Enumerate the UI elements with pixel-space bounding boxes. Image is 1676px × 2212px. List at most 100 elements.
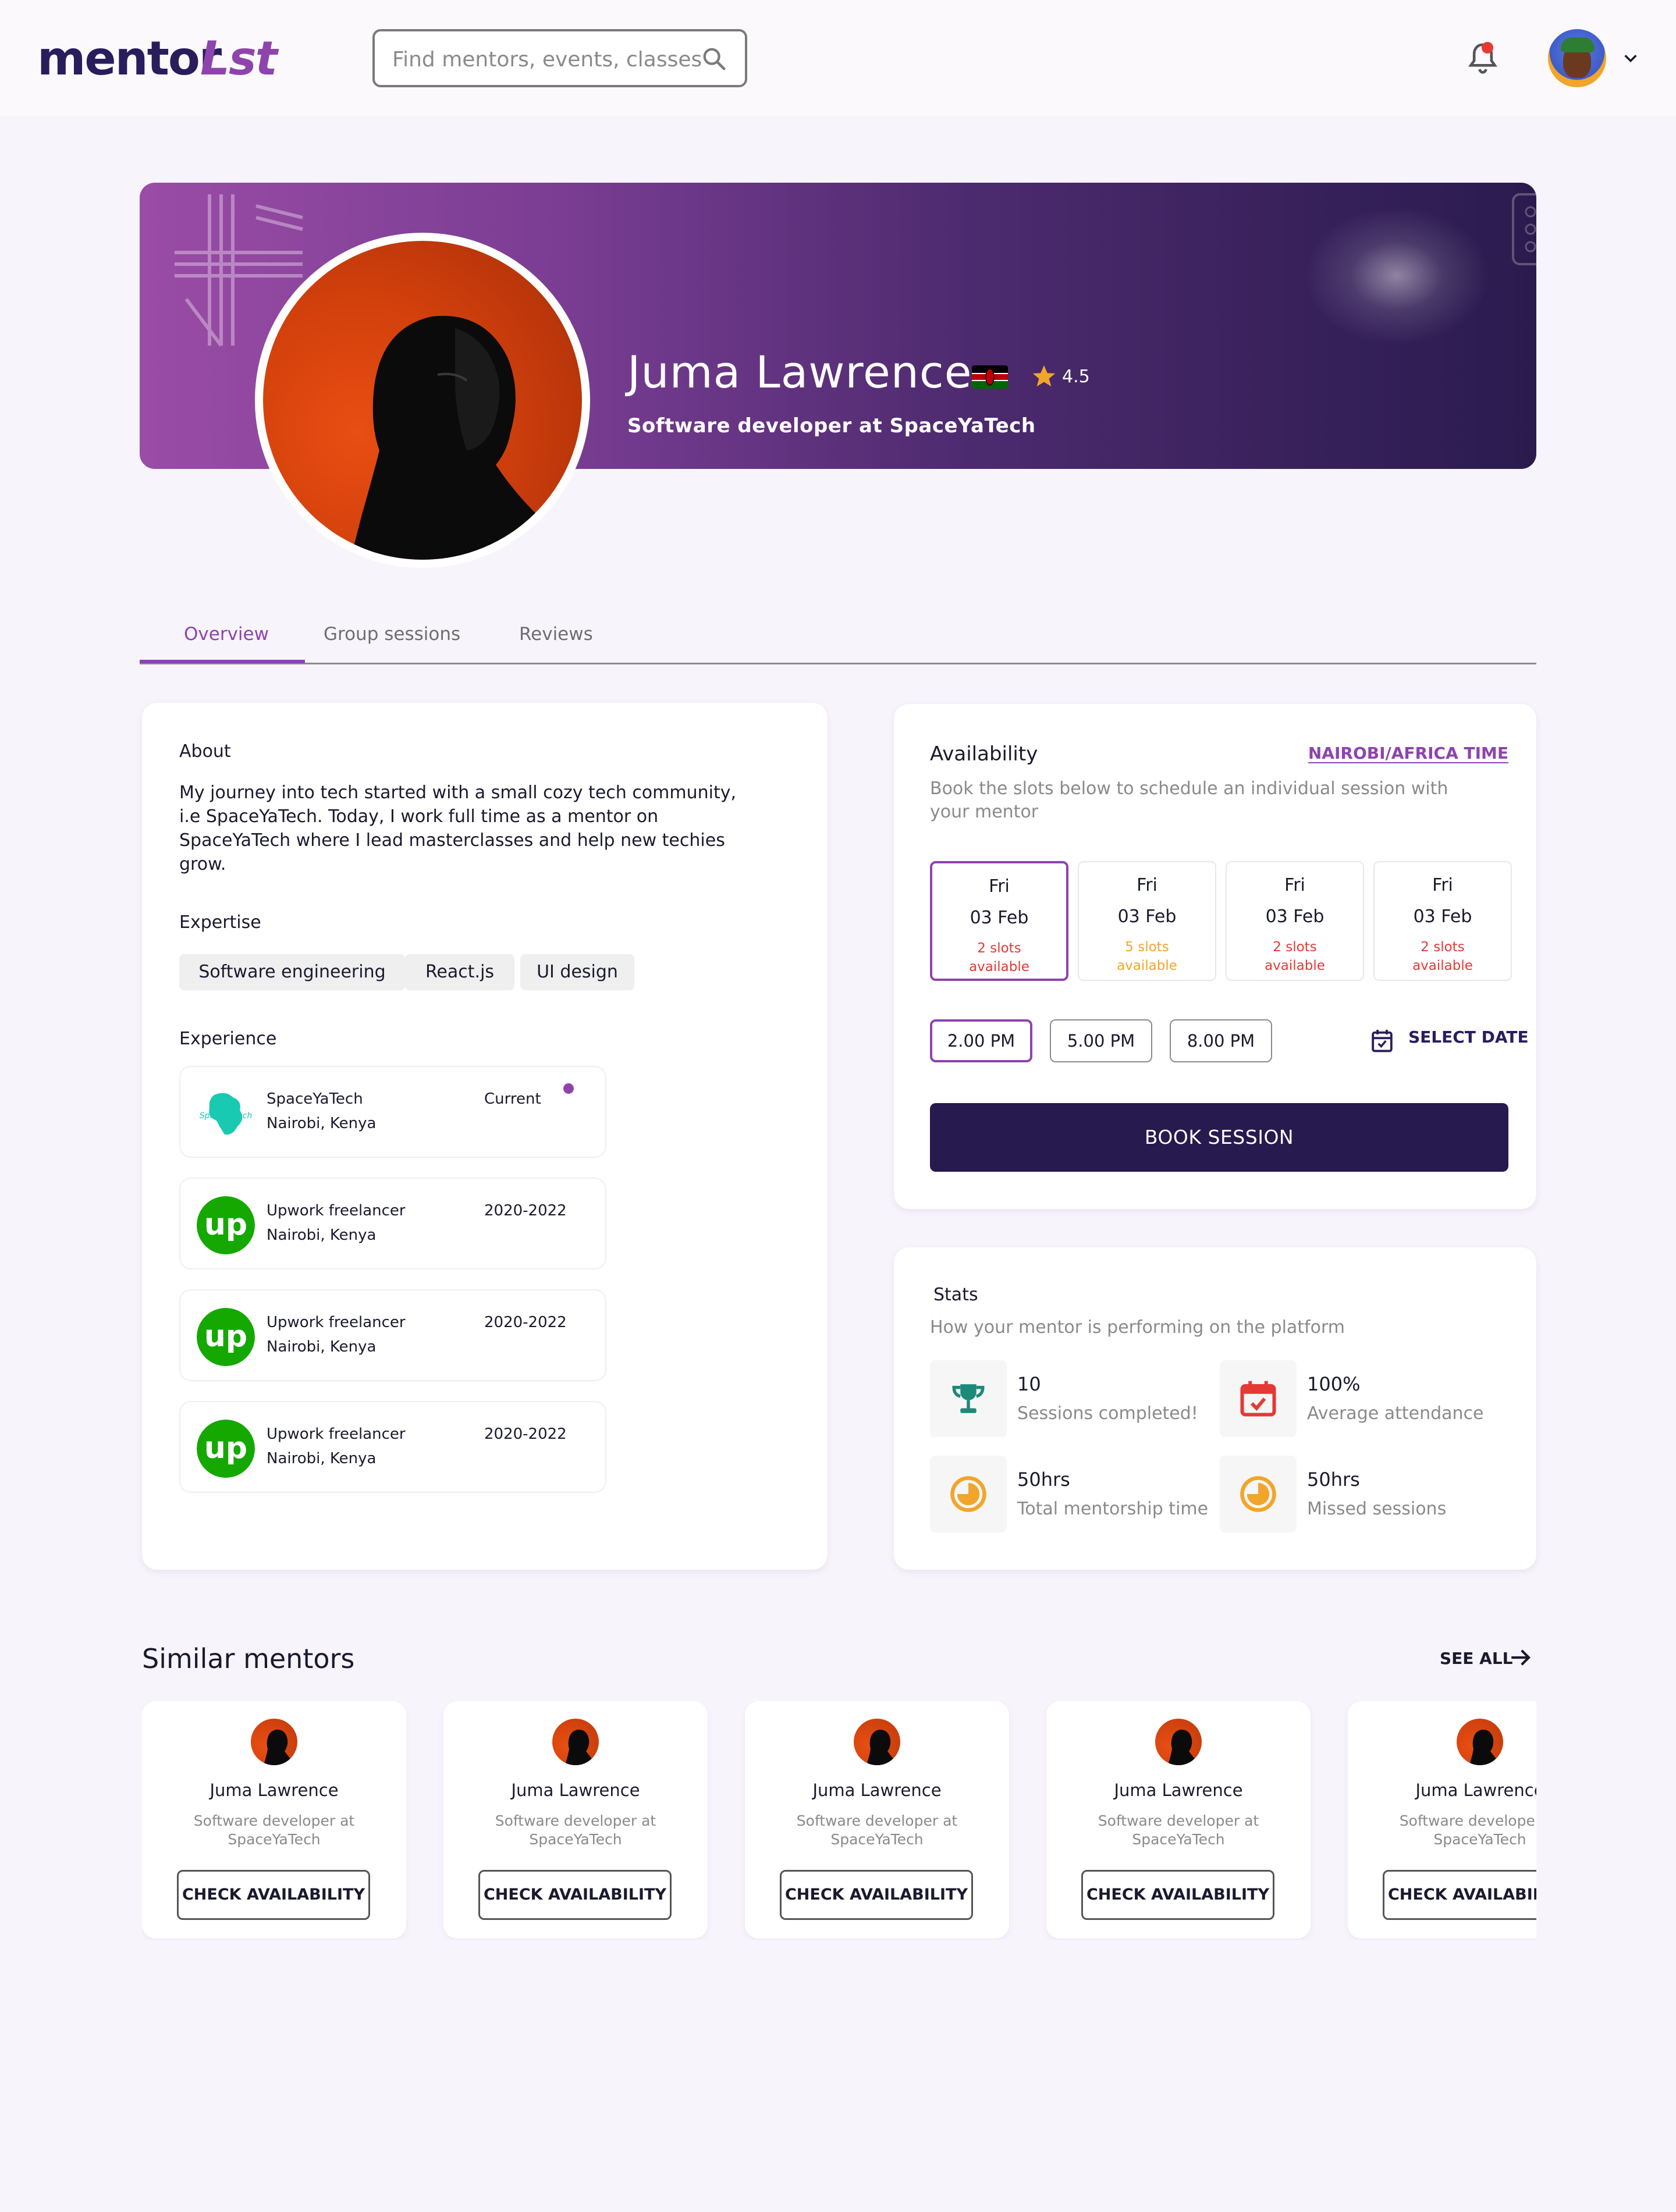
- stat-value: 10: [1017, 1373, 1041, 1395]
- select-date-button[interactable]: SELECT DATE: [1408, 1027, 1529, 1047]
- stat-value: 100%: [1307, 1373, 1361, 1395]
- arrow-right-icon[interactable]: [1508, 1645, 1533, 1670]
- stats-card: Stats How your mentor is performing on t…: [894, 1247, 1536, 1570]
- mentor-card-name: Juma Lawrence: [210, 1780, 339, 1800]
- stat-label: Missed sessions: [1307, 1499, 1447, 1519]
- expertise-heading: Expertise: [179, 912, 261, 933]
- mentor-card[interactable]: Juma Lawrence Software developer at Spac…: [1046, 1701, 1311, 1939]
- book-session-button[interactable]: BOOK SESSION: [930, 1103, 1508, 1172]
- mentor-avatar-portrait: [867, 1729, 898, 1765]
- brand-logo[interactable]: mentor Lst: [37, 31, 282, 98]
- svg-text:SpaceYaTech: SpaceYaTech: [200, 1111, 253, 1121]
- day-date: 03 Feb: [1265, 906, 1325, 927]
- day-option[interactable]: Fri 03 Feb 5 slots available: [1078, 861, 1216, 981]
- star-icon: [1032, 365, 1056, 387]
- mentor-avatar: [854, 1719, 900, 1765]
- experience-period: 2020-2022: [484, 1425, 567, 1443]
- day-date: 03 Feb: [1117, 906, 1177, 927]
- trophy-svg: [952, 1384, 985, 1413]
- experience-company: Upwork freelancer: [267, 1314, 406, 1331]
- svg-text:Lst: Lst: [200, 34, 279, 86]
- mentor-card[interactable]: Juma Lawrence Software developer at Spac…: [745, 1701, 1009, 1939]
- calendar-check-svg: [1240, 1381, 1276, 1417]
- tab-group-sessions[interactable]: Group sessions: [324, 624, 460, 645]
- mentor-rating: 4.5: [1062, 367, 1090, 387]
- expertise-chip: UI design: [520, 954, 634, 990]
- check-availability-button[interactable]: CHECK AVAILABILITY: [780, 1870, 973, 1920]
- availability-card: Availability NAIROBI/AFRICA TIME Book th…: [894, 704, 1536, 1209]
- day-name: Fri: [989, 876, 1010, 897]
- time-slot[interactable]: 8.00 PM: [1170, 1019, 1272, 1062]
- day-date: 03 Feb: [1413, 906, 1472, 927]
- availability-heading: Availability: [930, 742, 1038, 766]
- time-slot[interactable]: 2.00 PM: [930, 1019, 1032, 1062]
- chevron-down-icon[interactable]: [1622, 52, 1639, 64]
- mentor-card[interactable]: Juma Lawrence Software developer at Spac…: [1348, 1701, 1536, 1939]
- time-slot[interactable]: 5.00 PM: [1050, 1019, 1152, 1062]
- about-heading: About: [179, 741, 231, 762]
- svg-text:up: up: [204, 1207, 247, 1242]
- search-icon[interactable]: [701, 45, 727, 72]
- stat-label: Total mentorship time: [1017, 1499, 1209, 1519]
- mentor-avatar-portrait: [565, 1729, 596, 1765]
- see-all-link[interactable]: SEE ALL: [1440, 1649, 1513, 1668]
- mentor-card-role: Software developer at SpaceYaTech: [1399, 1812, 1536, 1848]
- day-option[interactable]: Fri 03 Feb 2 slots available: [1373, 861, 1512, 981]
- day-option[interactable]: Fri 03 Feb 2 slots available: [930, 861, 1068, 981]
- upwork-logo-icon: up: [197, 1196, 255, 1254]
- search-input[interactable]: [392, 43, 706, 76]
- stat-value: 50hrs: [1017, 1468, 1070, 1491]
- mentor-card-role: Software developer at SpaceYaTech: [495, 1812, 656, 1848]
- mentor-avatar: [1457, 1719, 1503, 1765]
- stat-label: Average attendance: [1307, 1403, 1484, 1424]
- day-date: 03 Feb: [970, 908, 1029, 928]
- check-availability-button[interactable]: CHECK AVAILABILITY: [478, 1870, 672, 1920]
- day-name: Fri: [1137, 875, 1157, 895]
- check-availability-button[interactable]: CHECK AVAILABILITY: [177, 1870, 370, 1920]
- tab-overview[interactable]: Overview: [184, 624, 269, 645]
- calendar-check-icon: [1220, 1360, 1297, 1437]
- similar-mentors-carousel[interactable]: Juma Lawrence Software developer at Spac…: [142, 1701, 1536, 1940]
- day-slots: 2 slots available: [1265, 940, 1325, 973]
- spaceyatech-logo-icon: SpaceYaTech: [200, 1093, 253, 1135]
- clock-icon: [930, 1456, 1007, 1532]
- experience-heading: Experience: [179, 1029, 277, 1049]
- top-navbar: mentor Lst: [0, 0, 1676, 116]
- experience-period: 2020-2022: [484, 1314, 567, 1331]
- experience-location: Nairobi, Kenya: [267, 1115, 377, 1132]
- mentor-card[interactable]: Juma Lawrence Software developer at Spac…: [443, 1701, 708, 1939]
- clock-svg: [950, 1476, 986, 1512]
- mentor-avatar-portrait: [1168, 1729, 1199, 1765]
- day-option[interactable]: Fri 03 Feb 2 slots available: [1226, 861, 1364, 981]
- mentor-avatar-portrait: [264, 1729, 295, 1765]
- timezone-link[interactable]: NAIROBI/AFRICA TIME: [1308, 744, 1508, 763]
- experience-period: Current: [484, 1090, 541, 1108]
- calendar-icon[interactable]: [1371, 1029, 1393, 1053]
- active-tab-indicator: [140, 660, 305, 663]
- experience-item: up Upwork freelancer Nairobi, Kenya 2020…: [179, 1178, 606, 1269]
- trophy-icon: [930, 1360, 1007, 1437]
- svg-text:up: up: [204, 1431, 247, 1466]
- avatar-hair: [1561, 37, 1595, 52]
- kenya-flag-icon: [972, 365, 1008, 389]
- about-text: My journey into tech started with a smal…: [179, 783, 737, 874]
- experience-location: Nairobi, Kenya: [267, 1450, 377, 1467]
- check-availability-button[interactable]: CHECK AVAILABILITY: [1383, 1870, 1536, 1920]
- day-name: Fri: [1432, 875, 1453, 895]
- search-bar[interactable]: [372, 29, 747, 87]
- notification-badge: [1482, 42, 1493, 54]
- stat-value: 50hrs: [1307, 1468, 1360, 1491]
- mentor-card[interactable]: Juma Lawrence Software developer at Spac…: [142, 1701, 406, 1939]
- check-availability-button[interactable]: CHECK AVAILABILITY: [1081, 1870, 1274, 1920]
- mentor-card-role: Software developer at SpaceYaTech: [1098, 1812, 1259, 1848]
- mentor-avatar: [251, 1719, 297, 1765]
- mentor-name: Juma Lawrence: [627, 346, 972, 398]
- user-avatar[interactable]: [1548, 29, 1606, 87]
- tab-reviews[interactable]: Reviews: [519, 624, 593, 645]
- expertise-chip: Software engineering: [179, 954, 405, 990]
- stats-subtitle: How your mentor is performing on the pla…: [930, 1317, 1345, 1338]
- mentor-avatar-portrait: [1469, 1729, 1501, 1765]
- day-name: Fri: [1284, 875, 1305, 895]
- logo-wordmark: mentor Lst: [37, 31, 280, 86]
- mentor-card-name: Juma Lawrence: [812, 1780, 942, 1800]
